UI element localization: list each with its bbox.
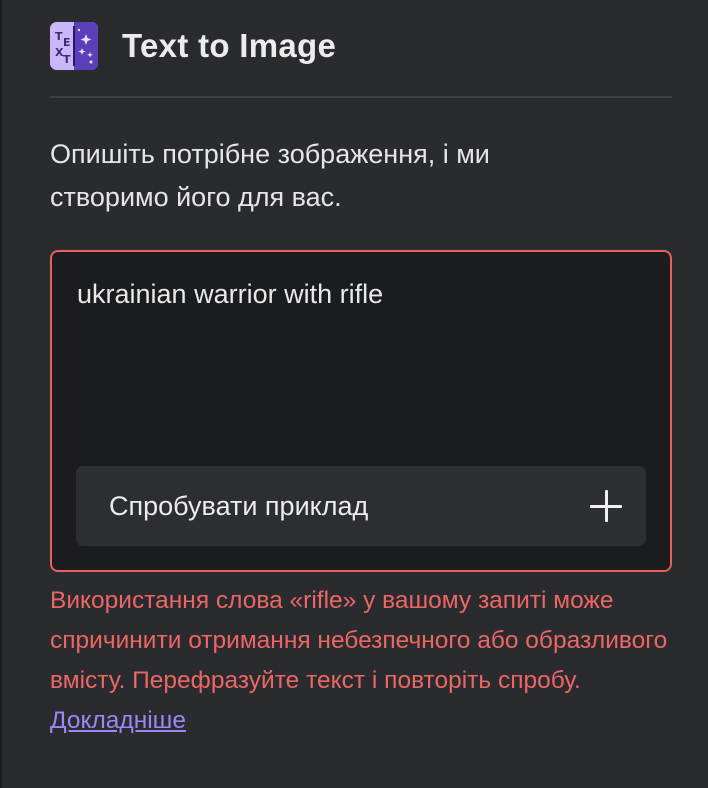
prompt-input[interactable]: ukrainian warrior with rifle <box>77 274 637 314</box>
svg-text:E: E <box>63 36 71 49</box>
try-example-button[interactable]: Спробувати приклад <box>76 466 646 546</box>
panel-title: Text to Image <box>122 27 337 64</box>
svg-text:T: T <box>63 53 71 66</box>
learn-more-link[interactable]: Докладніше <box>50 707 186 734</box>
panel-left-border <box>0 0 2 788</box>
header-divider <box>50 96 672 98</box>
try-example-label: Спробувати приклад <box>109 491 369 521</box>
svg-text:T: T <box>55 30 63 43</box>
prompt-input-box[interactable]: ukrainian warrior with rifle Спробувати … <box>50 250 672 572</box>
text-to-image-app-icon: T E X T <box>50 22 98 70</box>
panel-header: T E X T Text to Image <box>50 20 336 72</box>
unsafe-content-warning: Використання слова «rifle» у вашому запи… <box>50 581 680 741</box>
instruction-text: Опишіть потрібне зображення, і ми створи… <box>50 139 490 212</box>
plus-icon <box>590 490 622 522</box>
warning-text: Використання слова «rifle» у вашому запи… <box>50 587 668 694</box>
